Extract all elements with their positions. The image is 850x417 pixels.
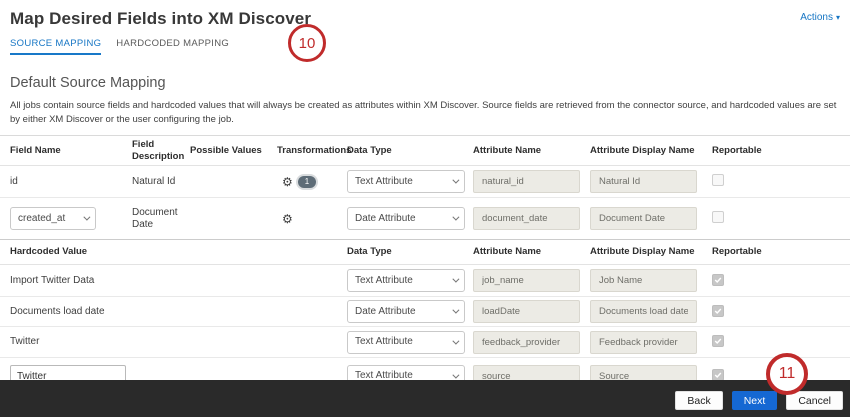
reportable-checkbox[interactable]	[712, 305, 724, 317]
transformations-count-badge: 1	[298, 176, 316, 188]
col-header-reportable: Reportable	[708, 145, 840, 157]
col-header-reportable: Reportable	[708, 246, 840, 258]
hardcoded-value: Twitter	[10, 336, 347, 348]
chevron-down-icon	[452, 177, 459, 184]
attribute-name-input	[473, 331, 580, 354]
check-icon	[714, 276, 722, 284]
table-row: Documents load date Date Attribute	[0, 297, 850, 327]
table-row: Import Twitter Data Text Attribute	[0, 265, 850, 297]
annotation-number: 10	[299, 35, 316, 52]
field-name-select[interactable]: created_at	[10, 207, 96, 230]
actions-label: Actions	[800, 12, 833, 23]
hardcoded-value: Import Twitter Data	[10, 275, 347, 287]
back-button[interactable]: Back	[675, 391, 722, 410]
table-row: id Natural Id ⚙ 1 Text Attribute	[0, 166, 850, 198]
attribute-display-name-input	[590, 170, 697, 193]
attribute-display-name-input	[590, 269, 697, 292]
reportable-checkbox[interactable]	[712, 335, 724, 347]
transformations-cell: ⚙	[277, 213, 347, 225]
chevron-down-icon	[452, 276, 459, 283]
col-header-attribute-display-name: Attribute Display Name	[590, 246, 708, 258]
caret-down-icon: ▾	[836, 13, 840, 22]
select-value: created_at	[18, 213, 65, 225]
gear-icon[interactable]: ⚙	[282, 176, 293, 188]
field-name-value: id	[10, 176, 132, 188]
col-header-field-name: Field Name	[10, 145, 132, 157]
col-header-data-type: Data Type	[347, 145, 473, 157]
annotation-step-11: 11	[766, 353, 808, 395]
section-description: All jobs contain source fields and hardc…	[10, 99, 840, 127]
chevron-down-icon	[452, 307, 459, 314]
chevron-down-icon	[452, 371, 459, 378]
annotation-step-10: 10	[288, 24, 326, 62]
check-icon	[714, 337, 722, 345]
col-header-hardcoded-value: Hardcoded Value	[10, 246, 347, 258]
check-icon	[714, 307, 722, 315]
col-header-possible-values: Possible Values	[190, 145, 277, 157]
data-type-select[interactable]: Text Attribute	[347, 331, 465, 354]
page-title: Map Desired Fields into XM Discover	[10, 9, 311, 29]
transformations-cell: ⚙ 1	[277, 176, 347, 188]
chevron-down-icon	[83, 214, 90, 221]
data-type-select[interactable]: Text Attribute	[347, 269, 465, 292]
check-icon	[714, 371, 722, 379]
annotation-number: 11	[779, 365, 796, 383]
select-value: Text Attribute	[355, 336, 413, 348]
source-mapping-table: Field Name Field Description Possible Va…	[0, 135, 850, 394]
attribute-display-name-input	[590, 207, 697, 230]
attribute-display-name-input	[590, 331, 697, 354]
col-header-data-type: Data Type	[347, 246, 473, 258]
next-button[interactable]: Next	[732, 391, 778, 410]
hardcoded-table-header: Hardcoded Value Data Type Attribute Name…	[0, 239, 850, 265]
footer-bar: Back Next Cancel	[0, 380, 850, 417]
select-value: Text Attribute	[355, 275, 413, 287]
reportable-checkbox[interactable]	[712, 211, 724, 223]
col-header-attribute-display-name: Attribute Display Name	[590, 145, 708, 157]
section-heading: Default Source Mapping	[10, 75, 840, 91]
col-header-attribute-name: Attribute Name	[473, 246, 590, 258]
col-header-attribute-name: Attribute Name	[473, 145, 590, 157]
select-value: Text Attribute	[355, 176, 413, 188]
gear-icon[interactable]: ⚙	[282, 213, 293, 225]
reportable-checkbox[interactable]	[712, 274, 724, 286]
col-header-transformations: Transformations	[277, 145, 347, 157]
table-row: created_at Document Date ⚙ Date Attribut…	[0, 198, 850, 239]
data-type-select[interactable]: Date Attribute	[347, 207, 465, 230]
attribute-name-input	[473, 207, 580, 230]
chevron-down-icon	[452, 214, 459, 221]
reportable-checkbox[interactable]	[712, 174, 724, 186]
table-row: Twitter Text Attribute	[0, 327, 850, 358]
field-description-value: Natural Id	[132, 176, 190, 188]
hardcoded-value: Documents load date	[10, 306, 347, 318]
attribute-name-input	[473, 269, 580, 292]
data-type-select[interactable]: Text Attribute	[347, 170, 465, 193]
select-value: Date Attribute	[355, 306, 416, 318]
attribute-display-name-input	[590, 300, 697, 323]
chevron-down-icon	[452, 337, 459, 344]
tab-bar: SOURCE MAPPING HARDCODED MAPPING	[10, 38, 840, 55]
cancel-button[interactable]: Cancel	[786, 391, 843, 410]
map-fields-page: Map Desired Fields into XM Discover Acti…	[0, 0, 850, 417]
tab-hardcoded-mapping[interactable]: HARDCODED MAPPING	[116, 38, 229, 55]
attribute-name-input	[473, 300, 580, 323]
select-value: Date Attribute	[355, 213, 416, 225]
source-table-header: Field Name Field Description Possible Va…	[0, 136, 850, 166]
tab-source-mapping[interactable]: SOURCE MAPPING	[10, 38, 101, 55]
data-type-select[interactable]: Date Attribute	[347, 300, 465, 323]
actions-menu-button[interactable]: Actions▾	[800, 9, 840, 23]
col-header-field-description: Field Description	[132, 139, 190, 163]
field-description-value: Document Date	[132, 207, 190, 231]
attribute-name-input	[473, 170, 580, 193]
top-bar: Map Desired Fields into XM Discover Acti…	[0, 0, 850, 29]
